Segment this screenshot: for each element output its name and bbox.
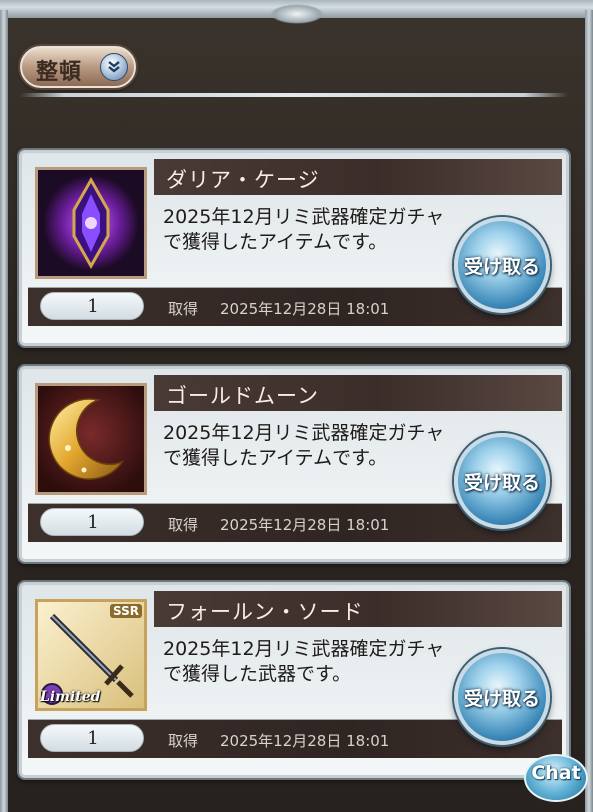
item-title-bar: ダリア・ケージ [154,159,562,195]
item-quantity: 1 [87,512,99,533]
rarity-badge: SSR [110,604,142,618]
receive-button[interactable]: 受け取る [454,649,550,745]
item-title-bar: ゴールドムーン [154,375,562,411]
present-item-card: ゴールドムーン 2025年12月リミ武器確定ガチャで獲得したアイテムです。 1 … [19,366,569,562]
chat-label: Chat [531,762,581,784]
sort-button-label: 整頓 [36,60,83,85]
receive-button[interactable]: 受け取る [454,217,550,313]
acquired-label: 取得 [168,300,199,318]
receive-button-label: 受け取る [463,688,540,710]
item-description: 2025年12月リミ武器確定ガチャで獲得したアイテムです。 [163,206,445,253]
receive-button-label: 受け取る [463,256,540,278]
frame-top-border [0,0,593,24]
sword-icon: SSR Limited [35,599,147,711]
limited-badge: Limited [40,689,101,705]
app-frame: 整頓 ダリア・ケージ 2025年12月リミ武器確定ガチャで獲得したアイテムです。… [0,0,593,812]
acquired-label: 取得 [168,732,199,750]
acquired-label: 取得 [168,516,199,534]
quantity-pill: 1 [40,508,144,536]
present-item-card: ダリア・ケージ 2025年12月リミ武器確定ガチャで獲得したアイテムです。 1 … [19,150,569,346]
receive-button-label: 受け取る [463,472,540,494]
header-divider [20,93,568,97]
item-name: フォールン・ソード [166,600,364,624]
item-description: 2025年12月リミ武器確定ガチャで獲得した武器です。 [163,638,445,685]
quantity-pill: 1 [40,724,144,752]
item-name: ダリア・ケージ [166,168,320,192]
frame-ornament [270,4,324,24]
item-title-bar: フォールン・ソード [154,591,562,627]
acquired-date: 2025年12月28日 18:01 [220,300,390,318]
item-description: 2025年12月リミ武器確定ガチャで獲得したアイテムです。 [163,422,445,469]
gold-moon-icon [35,383,147,495]
item-name: ゴールドムーン [166,384,319,408]
purple-crystal-icon [35,167,147,279]
item-quantity: 1 [87,728,99,749]
item-quantity: 1 [87,296,99,317]
frame-left-border [0,10,8,812]
present-item-card: SSR Limited フォールン・ソード 2025年12月リミ武器確定ガチャで… [19,582,569,778]
frame-right-border [585,10,593,812]
quantity-pill: 1 [40,292,144,320]
chat-button[interactable]: Chat [522,752,592,808]
double-chevron-down-icon [100,53,128,81]
acquired-date: 2025年12月28日 18:01 [220,516,390,534]
sort-button[interactable]: 整頓 [20,46,136,88]
receive-button[interactable]: 受け取る [454,433,550,529]
acquired-date: 2025年12月28日 18:01 [220,732,390,750]
